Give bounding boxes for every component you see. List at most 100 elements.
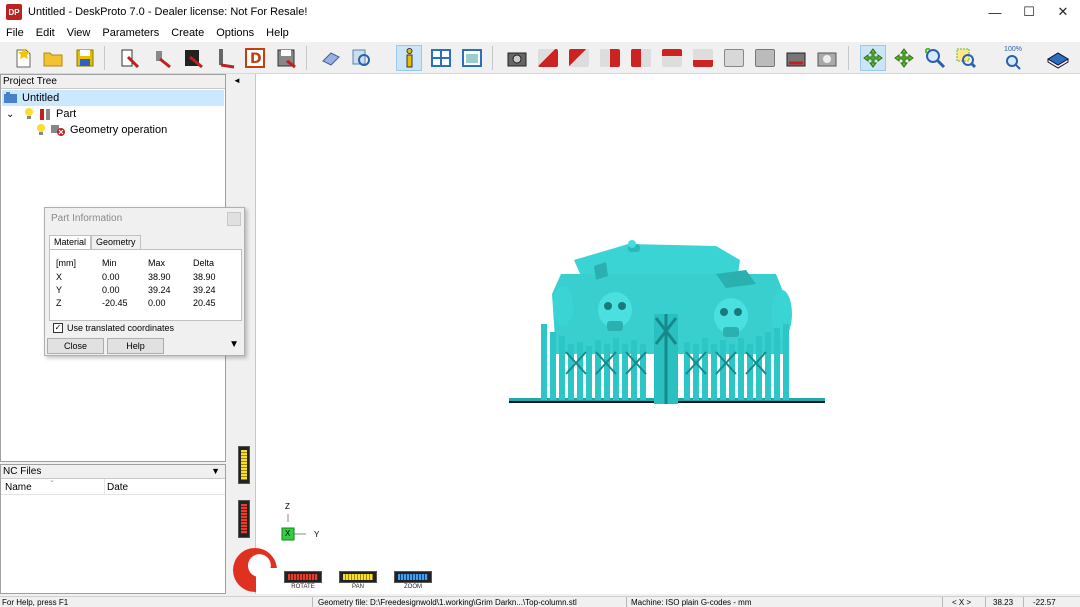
open-folder-icon[interactable] bbox=[40, 45, 66, 71]
help-book-icon[interactable] bbox=[1045, 45, 1071, 71]
status-help: For Help, press F1 bbox=[2, 598, 69, 607]
help-button[interactable]: Help bbox=[107, 338, 164, 354]
dialog-titlebar[interactable]: Part Information bbox=[45, 208, 244, 230]
tree-item-geometry-operation[interactable]: Geometry operation bbox=[2, 122, 167, 138]
tree-item-untitled[interactable]: Untitled bbox=[2, 90, 224, 106]
window-icon[interactable] bbox=[459, 45, 485, 71]
view-bottom-icon[interactable] bbox=[690, 45, 716, 71]
lightbulb-icon[interactable] bbox=[24, 108, 34, 120]
info-icon[interactable] bbox=[396, 45, 422, 71]
translated-coordinates-checkbox[interactable]: ✓ bbox=[53, 323, 63, 333]
layout-icon[interactable] bbox=[428, 45, 454, 71]
close-window-button[interactable]: ✕ bbox=[1046, 0, 1080, 24]
zoom-fit-icon[interactable] bbox=[953, 45, 979, 71]
wizard-2-icon[interactable] bbox=[148, 45, 174, 71]
translated-coordinates-option[interactable]: ✓ Use translated coordinates bbox=[53, 323, 174, 333]
axis-z-label: Z bbox=[285, 502, 290, 511]
zoom-label: ZOOM bbox=[404, 584, 422, 590]
eraser-icon[interactable] bbox=[318, 45, 344, 71]
close-button[interactable]: Close bbox=[47, 338, 104, 354]
row-x-delta: 38.90 bbox=[193, 272, 216, 282]
dropdown-arrow-icon[interactable]: ▼ bbox=[211, 465, 220, 478]
view-iso-2-icon[interactable] bbox=[752, 45, 778, 71]
menu-file[interactable]: File bbox=[0, 27, 30, 39]
tree-item-label: Part bbox=[56, 108, 77, 120]
view-left-icon[interactable] bbox=[597, 45, 623, 71]
vertical-zoom-slider[interactable] bbox=[238, 446, 250, 484]
pan-label: PAN bbox=[352, 584, 364, 590]
collapse-arrow-icon[interactable]: ◄ bbox=[233, 76, 241, 85]
dialog-title: Part Information bbox=[51, 213, 123, 224]
row-y-axis: Y bbox=[56, 285, 63, 295]
tree-item-part[interactable]: ⌄ Part bbox=[2, 106, 76, 122]
menu-parameters[interactable]: Parameters bbox=[96, 27, 165, 39]
wizard-3-icon[interactable] bbox=[180, 45, 206, 71]
tab-material[interactable]: Material bbox=[49, 235, 92, 249]
export-icon[interactable] bbox=[273, 45, 299, 71]
header-min: Min bbox=[102, 258, 117, 268]
header-delta: Delta bbox=[193, 258, 215, 268]
wizard-d-icon[interactable]: D bbox=[242, 45, 268, 71]
menu-edit[interactable]: Edit bbox=[30, 27, 61, 39]
new-file-icon[interactable] bbox=[10, 45, 36, 71]
geometry-operation-icon bbox=[50, 123, 66, 137]
dialog-close-icon[interactable] bbox=[227, 212, 241, 226]
column-divider bbox=[104, 479, 105, 495]
camera-icon[interactable] bbox=[504, 45, 530, 71]
menu-help[interactable]: Help bbox=[260, 27, 295, 39]
menu-bar: File Edit View Parameters Create Options… bbox=[0, 24, 1080, 42]
rotate-slider[interactable] bbox=[284, 571, 322, 583]
view-front-icon[interactable] bbox=[535, 45, 561, 71]
dialog-tabs: Material Geometry bbox=[49, 235, 141, 249]
zoom-in-icon[interactable] bbox=[922, 45, 948, 71]
view-top-icon[interactable] bbox=[659, 45, 685, 71]
wizard-icon[interactable] bbox=[116, 45, 142, 71]
view-right-icon[interactable] bbox=[628, 45, 654, 71]
nc-files-title: NC Files bbox=[3, 466, 42, 477]
row-z-delta: 20.45 bbox=[193, 298, 216, 308]
menu-view[interactable]: View bbox=[61, 27, 97, 39]
minimize-button[interactable]: — bbox=[978, 0, 1012, 24]
row-z-axis: Z bbox=[56, 298, 62, 308]
rotate-label: ROTATE bbox=[291, 584, 315, 590]
axis-y-label: Y bbox=[314, 530, 320, 539]
row-x-min: 0.00 bbox=[102, 272, 120, 282]
column-name[interactable]: Name bbox=[5, 482, 32, 493]
view-iso-icon[interactable] bbox=[721, 45, 747, 71]
wizard-4-icon[interactable] bbox=[212, 45, 238, 71]
view-back-icon[interactable] bbox=[566, 45, 592, 71]
inspect-icon[interactable] bbox=[348, 45, 374, 71]
render-icon[interactable] bbox=[783, 45, 809, 71]
pan-icon[interactable] bbox=[891, 45, 917, 71]
save-icon[interactable] bbox=[72, 45, 98, 71]
zoom-100-icon[interactable]: 100% bbox=[1000, 45, 1026, 71]
header-unit: [mm] bbox=[56, 258, 76, 268]
render-2-icon[interactable] bbox=[814, 45, 840, 71]
viewport-bottom-strip bbox=[256, 568, 1080, 594]
zoom-slider[interactable] bbox=[394, 571, 432, 583]
row-x-axis: X bbox=[56, 272, 63, 282]
rotate-view-icon[interactable] bbox=[860, 45, 886, 71]
deskproto-app-icon[interactable]: DP bbox=[6, 4, 22, 20]
main-toolbar: D 100% bbox=[0, 42, 1080, 74]
vertical-rotate-slider[interactable] bbox=[238, 500, 250, 538]
pan-slider[interactable] bbox=[339, 571, 377, 583]
expand-arrow-icon[interactable]: ▼ bbox=[229, 339, 239, 350]
lightbulb-icon[interactable] bbox=[36, 124, 46, 136]
zoom-100-label: 100% bbox=[1004, 46, 1022, 53]
column-date[interactable]: Date bbox=[107, 482, 128, 493]
model-render bbox=[281, 240, 825, 541]
3d-viewport[interactable]: Z Y X bbox=[256, 74, 1080, 568]
status-machine: Machine: ISO plain G-codes - mm bbox=[631, 598, 752, 607]
menu-create[interactable]: Create bbox=[165, 27, 210, 39]
tab-geometry[interactable]: Geometry bbox=[91, 235, 141, 249]
status-coord-label: < X > bbox=[952, 598, 972, 607]
menu-options[interactable]: Options bbox=[210, 27, 260, 39]
checkbox-label: Use translated coordinates bbox=[67, 323, 175, 333]
chevron-down-icon[interactable]: ⌄ bbox=[6, 109, 18, 120]
title-bar: DP Untitled - DeskProto 7.0 - Dealer lic… bbox=[0, 0, 1080, 24]
row-z-max: 0.00 bbox=[148, 298, 166, 308]
status-bar: For Help, press F1 Geometry file: D:\Fre… bbox=[0, 596, 1080, 607]
row-y-min: 0.00 bbox=[102, 285, 120, 295]
maximize-button[interactable]: ☐ bbox=[1012, 0, 1046, 24]
